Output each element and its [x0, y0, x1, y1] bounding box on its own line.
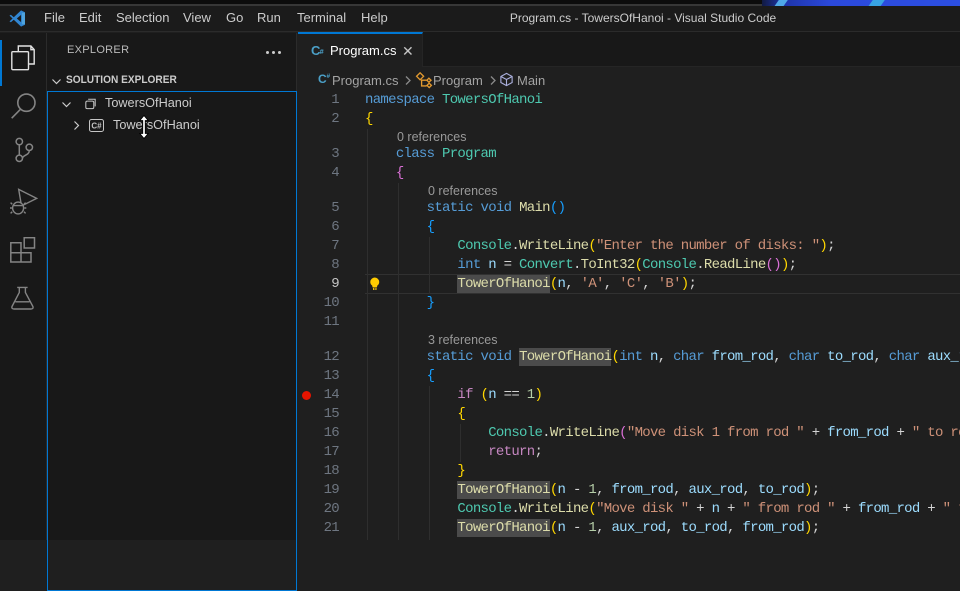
svg-text:C#: C#	[91, 122, 102, 131]
